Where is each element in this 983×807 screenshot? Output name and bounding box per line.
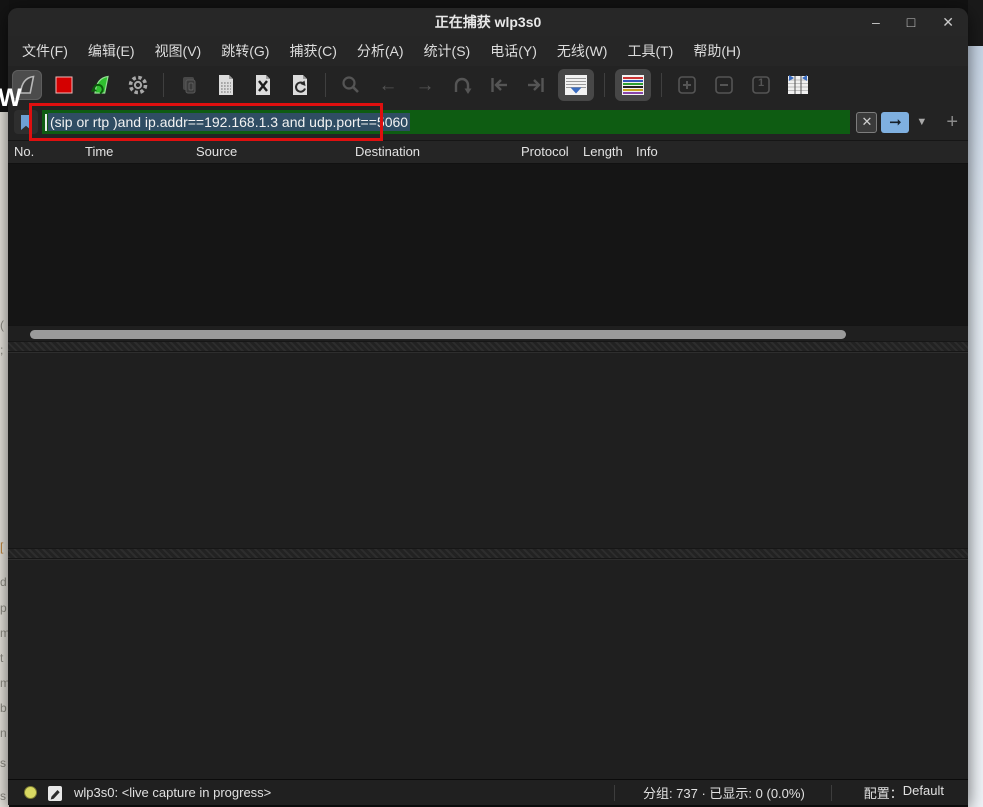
open-file-button[interactable] bbox=[174, 70, 204, 100]
arrow-left-icon: ← bbox=[379, 76, 398, 95]
packet-list-header: No. Time Source Destination Protocol Len… bbox=[8, 140, 968, 164]
capture-status-text: wlp3s0: <live capture in progress> bbox=[74, 785, 271, 800]
apply-filter-button[interactable]: ➞ bbox=[881, 112, 909, 133]
wireshark-window: 正在捕获 wlp3s0 – □ ✕ 文件(F) 编辑(E) 视图(V) 跳转(G… bbox=[8, 8, 968, 805]
packet-list-pane[interactable] bbox=[8, 164, 968, 325]
stop-square-icon bbox=[53, 74, 75, 96]
menu-help[interactable]: 帮助(H) bbox=[693, 41, 740, 61]
stop-capture-button[interactable] bbox=[49, 70, 79, 100]
search-icon bbox=[340, 74, 362, 96]
column-time[interactable]: Time bbox=[85, 144, 113, 159]
menu-telephony[interactable]: 电话(Y) bbox=[490, 41, 537, 61]
go-first-icon bbox=[488, 74, 510, 96]
auto-scroll-toggle[interactable] bbox=[558, 69, 594, 101]
scrollbar-thumb[interactable] bbox=[30, 330, 846, 339]
menu-file[interactable]: 文件(F) bbox=[22, 41, 68, 61]
menu-tools[interactable]: 工具(T) bbox=[627, 41, 673, 61]
arrow-right-icon: → bbox=[416, 76, 435, 95]
menu-view[interactable]: 视图(V) bbox=[155, 41, 202, 61]
find-packet-button[interactable] bbox=[336, 70, 366, 100]
clear-filter-button[interactable]: ✕ bbox=[856, 112, 877, 133]
go-back-button[interactable]: ← bbox=[373, 70, 403, 100]
main-toolbar: ← → bbox=[8, 66, 968, 104]
background-window-right-strip bbox=[968, 0, 983, 807]
toolbar-separator bbox=[604, 73, 605, 97]
packet-details-pane[interactable] bbox=[8, 352, 968, 548]
toolbar-separator bbox=[325, 73, 326, 97]
window-title: 正在捕获 wlp3s0 bbox=[435, 12, 542, 32]
auto-scroll-icon bbox=[564, 74, 588, 96]
go-first-packet-button[interactable] bbox=[484, 70, 514, 100]
colorize-icon bbox=[621, 74, 645, 96]
minimize-button[interactable]: – bbox=[872, 14, 880, 30]
binary-document-icon bbox=[216, 74, 236, 96]
reload-document-icon bbox=[290, 74, 310, 96]
menu-bar: 文件(F) 编辑(E) 视图(V) 跳转(G) 捕获(C) 分析(A) 统计(S… bbox=[8, 36, 968, 66]
jump-arrow-icon bbox=[451, 74, 473, 96]
maximize-button[interactable]: □ bbox=[907, 14, 915, 30]
menu-wireless[interactable]: 无线(W) bbox=[557, 41, 608, 61]
pane-splitter[interactable] bbox=[8, 341, 968, 352]
column-length[interactable]: Length bbox=[583, 144, 623, 159]
status-bar: wlp3s0: <live capture in progress> 分组: 7… bbox=[8, 779, 968, 805]
expert-info-icon[interactable] bbox=[24, 786, 37, 799]
reload-file-button[interactable] bbox=[285, 70, 315, 100]
colorize-toggle[interactable] bbox=[615, 69, 651, 101]
filter-bookmark-button[interactable] bbox=[14, 110, 38, 134]
display-filter-input[interactable]: (sip or rtp )and ip.addr==192.168.1.3 an… bbox=[42, 110, 850, 134]
menu-statistics[interactable]: 统计(S) bbox=[424, 41, 471, 61]
zoom-reset-icon: 1 bbox=[750, 74, 772, 96]
restart-capture-button[interactable] bbox=[86, 70, 116, 100]
zoom-reset-button[interactable]: 1 bbox=[746, 70, 776, 100]
menu-analyze[interactable]: 分析(A) bbox=[357, 41, 404, 61]
column-destination[interactable]: Destination bbox=[355, 144, 420, 159]
column-protocol[interactable]: Protocol bbox=[521, 144, 569, 159]
column-info[interactable]: Info bbox=[636, 144, 658, 159]
close-file-button[interactable] bbox=[248, 70, 278, 100]
profile-label: 配置： bbox=[864, 783, 903, 802]
packet-counts-text: 分组: 737 · 已显示: 0 (0.0%) bbox=[615, 783, 831, 802]
toolbar-separator bbox=[661, 73, 662, 97]
column-no[interactable]: No. bbox=[14, 144, 34, 159]
text-caret bbox=[45, 114, 47, 131]
go-last-packet-button[interactable] bbox=[521, 70, 551, 100]
gear-icon bbox=[126, 73, 150, 97]
zoom-out-button[interactable] bbox=[709, 70, 739, 100]
horizontal-scrollbar[interactable] bbox=[8, 325, 968, 341]
zoom-in-icon bbox=[676, 74, 698, 96]
menu-edit[interactable]: 编辑(E) bbox=[88, 41, 135, 61]
title-bar[interactable]: 正在捕获 wlp3s0 – □ ✕ bbox=[8, 8, 968, 36]
go-forward-button[interactable]: → bbox=[410, 70, 440, 100]
capture-comment-icon[interactable] bbox=[47, 784, 64, 802]
go-last-icon bbox=[525, 74, 547, 96]
close-button[interactable]: ✕ bbox=[942, 14, 954, 31]
pane-splitter[interactable] bbox=[8, 548, 968, 559]
filter-expression-text: (sip or rtp )and ip.addr==192.168.1.3 an… bbox=[48, 113, 410, 131]
go-to-packet-button[interactable] bbox=[447, 70, 477, 100]
toolbar-separator bbox=[163, 73, 164, 97]
save-file-button[interactable] bbox=[211, 70, 241, 100]
zoom-in-button[interactable] bbox=[672, 70, 702, 100]
resize-columns-icon bbox=[786, 74, 810, 96]
column-source[interactable]: Source bbox=[196, 144, 237, 159]
close-document-icon bbox=[253, 74, 273, 96]
display-filter-bar: (sip or rtp )and ip.addr==192.168.1.3 an… bbox=[8, 104, 968, 140]
background-letter: W bbox=[0, 84, 22, 113]
profile-section[interactable]: 配置：Default bbox=[832, 783, 958, 802]
filter-dropdown-caret[interactable]: ▼ bbox=[913, 116, 930, 128]
open-file-icon bbox=[178, 74, 200, 96]
restart-fin-icon bbox=[89, 73, 113, 97]
packet-bytes-pane[interactable] bbox=[8, 559, 968, 779]
capture-options-button[interactable] bbox=[123, 70, 153, 100]
resize-columns-button[interactable] bbox=[783, 70, 813, 100]
add-filter-button[interactable]: + bbox=[946, 111, 958, 134]
profile-value: Default bbox=[903, 783, 944, 802]
zoom-out-icon bbox=[713, 74, 735, 96]
menu-capture[interactable]: 捕获(C) bbox=[289, 41, 336, 61]
menu-go[interactable]: 跳转(G) bbox=[221, 41, 269, 61]
bookmark-icon bbox=[19, 114, 33, 131]
